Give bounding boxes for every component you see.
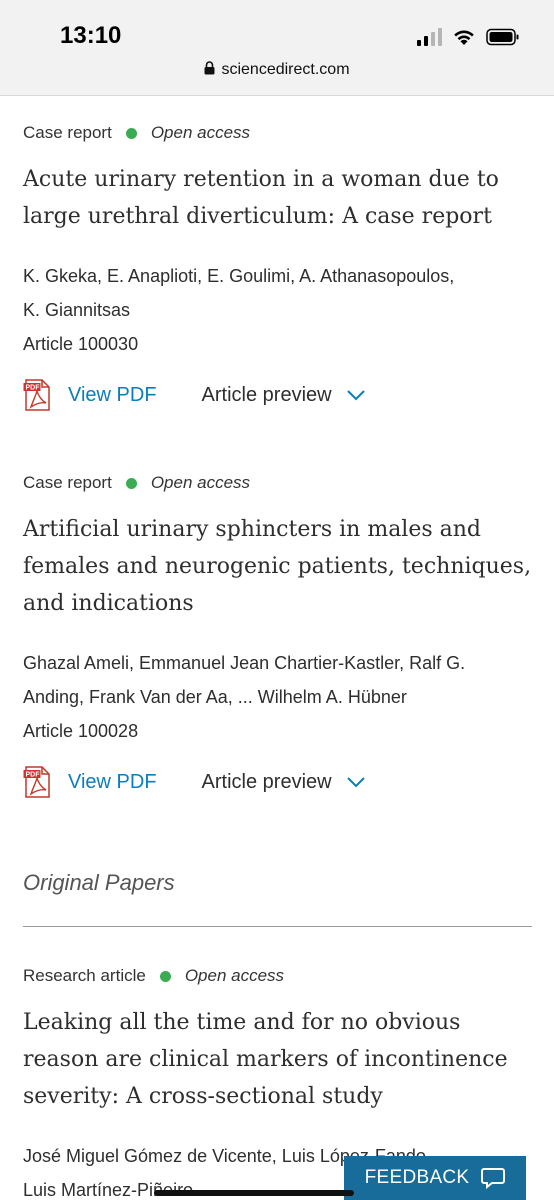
svg-text:PDF: PDF bbox=[26, 772, 41, 779]
article-title-link[interactable]: Leaking all the time and for no obvious … bbox=[23, 1004, 533, 1115]
title-line: reason are clinical markers of incontine… bbox=[23, 1047, 508, 1072]
article-authors: K. Gkeka, E. Anaplioti, E. Goulimi, A. A… bbox=[23, 259, 533, 361]
article-preview-label: Article preview bbox=[201, 383, 332, 406]
article-card: Case report Open access Artificial urina… bbox=[23, 471, 533, 800]
author-line: K. Giannitsas bbox=[23, 300, 131, 320]
home-indicator bbox=[154, 1190, 354, 1196]
title-line: large urethral diverticulum: A case repo… bbox=[23, 204, 492, 229]
title-line: Leaking all the time and for no obvious bbox=[23, 1010, 461, 1035]
signal-icon bbox=[417, 28, 442, 46]
open-access-dot-icon bbox=[159, 970, 171, 982]
title-line: females and neurogenic patients, techniq… bbox=[23, 554, 532, 579]
browser-top-bar: 13:10 sciencedirect.com bbox=[0, 0, 554, 96]
article-number: Article 100030 bbox=[23, 334, 139, 354]
article-card: Case report Open access Acute urinary re… bbox=[23, 121, 533, 413]
article-type: Research article bbox=[23, 966, 146, 985]
author-line: Anding, Frank Van der Aa, ... Wilhelm A.… bbox=[23, 687, 407, 707]
open-access-label: Open access bbox=[150, 123, 251, 142]
battery-icon bbox=[486, 28, 519, 46]
title-line: Artificial urinary sphincters in males a… bbox=[23, 517, 482, 542]
feedback-button[interactable]: FEEDBACK bbox=[344, 1156, 526, 1200]
article-preview-toggle[interactable]: Article preview bbox=[202, 771, 366, 794]
author-line: K. Gkeka, E. Anaplioti, E. Goulimi, A. A… bbox=[23, 266, 455, 286]
article-title-link[interactable]: Acute urinary retention in a woman due t… bbox=[23, 161, 533, 235]
title-line: and indications bbox=[23, 591, 194, 616]
article-preview-label: Article preview bbox=[201, 770, 332, 793]
section-heading: Original Papers bbox=[23, 870, 175, 895]
url-text: sciencedirect.com bbox=[221, 61, 350, 78]
chat-bubble-icon bbox=[481, 1168, 506, 1189]
article-preview-toggle[interactable]: Article preview bbox=[202, 384, 366, 407]
article-meta: Case report Open access bbox=[23, 471, 533, 495]
article-title-link[interactable]: Artificial urinary sphincters in males a… bbox=[23, 511, 533, 622]
author-line: Ghazal Ameli, Emmanuel Jean Chartier-Kas… bbox=[23, 653, 466, 673]
open-access-label: Open access bbox=[150, 473, 251, 492]
status-time: 13:10 bbox=[60, 22, 122, 49]
view-pdf-label: View PDF bbox=[68, 770, 157, 793]
pdf-file-icon: PDF bbox=[23, 766, 50, 798]
article-actions: PDF View PDF Article preview bbox=[23, 377, 533, 413]
article-number: Article 100028 bbox=[23, 721, 139, 741]
article-type: Case report bbox=[23, 473, 112, 492]
wifi-icon bbox=[454, 30, 474, 45]
view-pdf-link[interactable]: PDF View PDF bbox=[23, 766, 157, 798]
url-bar[interactable]: sciencedirect.com bbox=[0, 61, 554, 79]
article-meta: Research article Open access bbox=[23, 964, 533, 988]
view-pdf-label: View PDF bbox=[68, 383, 157, 406]
svg-text:PDF: PDF bbox=[26, 385, 41, 392]
open-access-dot-icon bbox=[125, 477, 137, 489]
chevron-down-icon bbox=[346, 777, 365, 788]
open-access-label: Open access bbox=[184, 966, 285, 985]
article-meta: Case report Open access bbox=[23, 121, 533, 145]
title-line: severity: A cross-sectional study bbox=[23, 1084, 383, 1109]
status-icons bbox=[417, 26, 520, 48]
lock-icon bbox=[204, 61, 215, 75]
feedback-label: FEEDBACK bbox=[364, 1167, 470, 1188]
section-divider bbox=[23, 926, 532, 927]
view-pdf-link[interactable]: PDF View PDF bbox=[23, 379, 157, 411]
pdf-file-icon: PDF bbox=[23, 379, 50, 411]
chevron-down-icon bbox=[346, 390, 365, 401]
article-actions: PDF View PDF Article preview bbox=[23, 764, 533, 800]
open-access-dot-icon bbox=[125, 127, 137, 139]
title-line: Acute urinary retention in a woman due t… bbox=[23, 167, 499, 192]
article-authors: Ghazal Ameli, Emmanuel Jean Chartier-Kas… bbox=[23, 646, 533, 748]
article-type: Case report bbox=[23, 123, 112, 142]
